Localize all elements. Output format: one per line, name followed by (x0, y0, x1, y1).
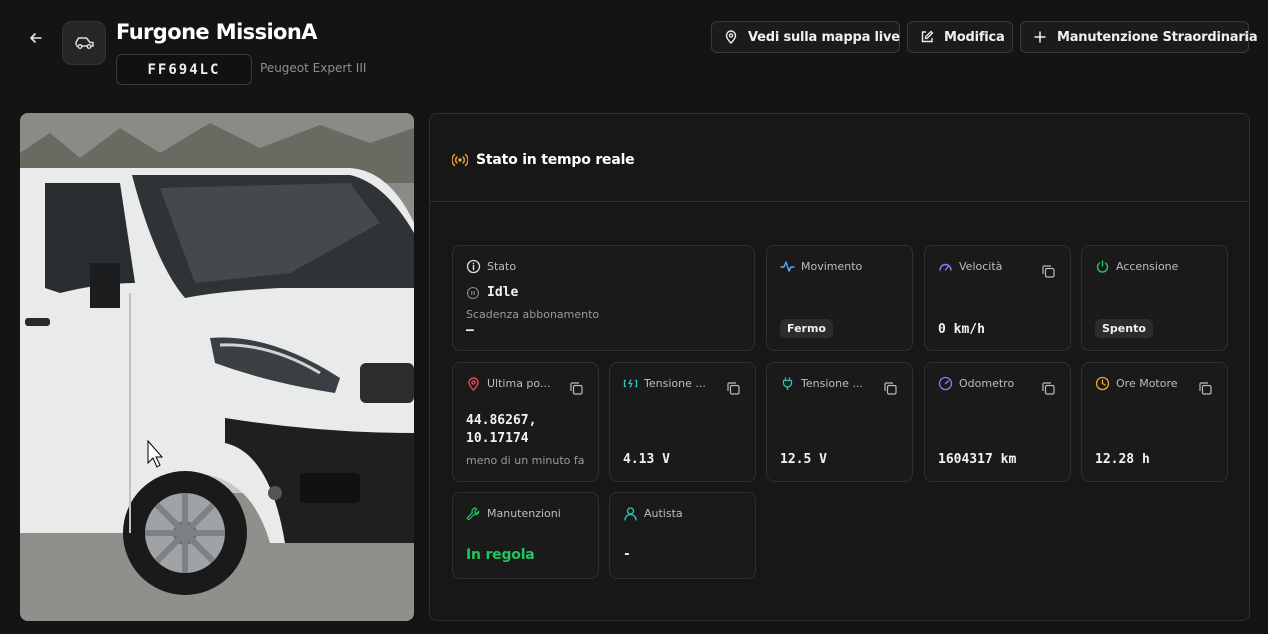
user-icon (624, 507, 637, 521)
copy-icon[interactable] (1198, 381, 1213, 396)
card-tensione-1-label: Tensione ... (644, 377, 706, 390)
broadcast-icon (452, 153, 468, 167)
card-posizione-sub: meno di un minuto fa (466, 454, 585, 467)
wrench-icon (466, 507, 480, 520)
copy-icon[interactable] (569, 381, 584, 396)
live-map-button-label: Vedi sulla mappa live (748, 29, 900, 45)
card-autista: Autista - (609, 492, 756, 579)
page-title: Furgone MissionA (116, 20, 318, 44)
map-pin-icon (468, 377, 479, 391)
card-manutenzioni-label: Manutenzioni (487, 507, 561, 520)
card-tensione-2: Tensione ... 12.5 V (766, 362, 913, 482)
live-map-button[interactable]: Vedi sulla mappa live (711, 21, 900, 53)
vehicle-avatar (62, 21, 106, 65)
card-velocita-value: 0 km/h (938, 322, 985, 337)
vehicle-photo (20, 113, 414, 621)
map-pin-icon (725, 30, 737, 44)
card-tensione-1: Tensione ... 4.13 V (609, 362, 756, 482)
card-movimento-label: Movimento (801, 260, 863, 273)
copy-icon[interactable] (726, 381, 741, 396)
license-plate: FF694LC (116, 54, 252, 85)
car-icon (75, 37, 94, 49)
card-movimento-badge: Fermo (780, 319, 833, 338)
card-odometro-label: Odometro (959, 377, 1015, 390)
edit-button-label: Modifica (944, 29, 1005, 45)
card-stato-value: Idle (487, 285, 519, 300)
activity-icon (780, 261, 795, 272)
copy-icon[interactable] (1041, 264, 1056, 279)
clock-icon (1095, 376, 1110, 391)
speedometer-icon (938, 376, 953, 391)
card-accensione-badge: Spento (1095, 319, 1153, 338)
vehicle-model: Peugeot Expert III (260, 61, 367, 75)
extraordinary-maintenance-button[interactable]: Manutenzione Straordinaria (1020, 21, 1258, 53)
card-posizione-lat: 44.86267, (466, 413, 537, 428)
copy-icon[interactable] (1041, 381, 1056, 396)
card-autista-label: Autista (644, 507, 683, 520)
card-tensione-2-label: Tensione ... (801, 377, 863, 390)
card-accensione-label: Accensione (1116, 260, 1179, 273)
arrow-left-icon (30, 33, 42, 43)
card-tensione-2-value: 12.5 V (780, 452, 827, 467)
back-button[interactable] (24, 26, 48, 50)
info-icon (466, 259, 481, 274)
card-ore-motore-value: 12.28 h (1095, 452, 1150, 467)
card-posizione-lon: 10.17174 (466, 431, 529, 446)
card-stato-sub-label: Scadenza abbonamento (466, 308, 600, 321)
card-ore-motore-label: Ore Motore (1116, 377, 1178, 390)
card-posizione-label: Ultima po... (487, 377, 551, 390)
card-stato-sub-value: — (466, 323, 474, 338)
panel-title: Stato in tempo reale (476, 152, 635, 168)
card-manutenzioni-value: In regola (466, 547, 535, 563)
card-accensione: Accensione Spento (1081, 245, 1228, 351)
plus-icon (1034, 31, 1046, 43)
card-tensione-1-value: 4.13 V (623, 452, 670, 467)
card-stato: Stato Idle Scadenza abbonamento — (452, 245, 755, 351)
copy-icon[interactable] (883, 381, 898, 396)
card-ore-motore: Ore Motore 12.28 h (1081, 362, 1228, 482)
plug-icon (782, 377, 793, 390)
gauge-icon (939, 263, 952, 271)
battery-icon (623, 379, 638, 388)
card-stato-label: Stato (487, 260, 517, 273)
pencil-square-icon (921, 30, 934, 43)
panel-header: Stato in tempo reale (430, 114, 1249, 202)
card-autista-value: - (623, 547, 631, 562)
card-velocita-label: Velocità (959, 260, 1003, 273)
realtime-status-panel: Stato in tempo reale Stato Idle Scadenza… (429, 113, 1250, 621)
edit-button[interactable]: Modifica (907, 21, 1013, 53)
card-posizione: Ultima po... 44.86267, 10.17174 meno di … (452, 362, 599, 482)
card-velocita: Velocità 0 km/h (924, 245, 1071, 351)
card-odometro-value: 1604317 km (938, 452, 1017, 467)
card-manutenzioni: Manutenzioni In regola (452, 492, 599, 579)
pause-circle-icon (466, 286, 480, 300)
extraordinary-maintenance-button-label: Manutenzione Straordinaria (1057, 29, 1258, 45)
power-icon (1096, 260, 1109, 273)
card-odometro: Odometro 1604317 km (924, 362, 1071, 482)
card-movimento: Movimento Fermo (766, 245, 913, 351)
